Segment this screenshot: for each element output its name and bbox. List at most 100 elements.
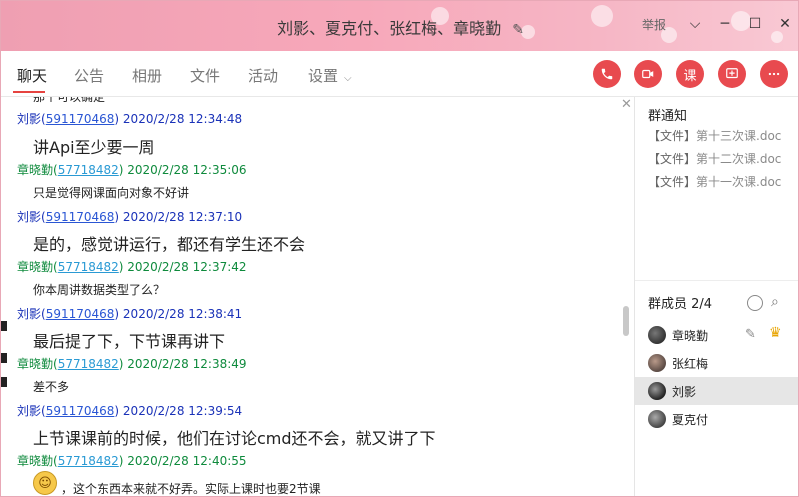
title-bar: 刘影、夏克付、张红梅、章晓勤 ✎ 举报 ⌵ ─ ☐ ✕ <box>1 1 798 51</box>
tab-notice[interactable]: 公告 <box>74 65 104 86</box>
background-window-fragment <box>1 321 7 331</box>
notice-file-item[interactable]: 【文件】第十三次课.doc <box>648 127 781 144</box>
window-title-text: 刘影、夏克付、张红梅、章晓勤 <box>277 19 502 38</box>
tab-settings-label: 设置 <box>308 67 339 85</box>
message-time: 2020/2/28 12:37:10 <box>122 210 243 224</box>
chat-scrollbar-thumb[interactable] <box>623 306 629 336</box>
file-name: 第十二次课.doc <box>696 152 782 166</box>
avatar <box>648 326 666 344</box>
file-tag: 【文件】 <box>648 175 697 189</box>
message-header: 刘影(591170468) 2020/2/28 12:39:54 <box>17 404 243 418</box>
member-name: 章晓勤 <box>672 328 709 343</box>
sender-uid-link[interactable]: 591170468 <box>46 112 115 126</box>
notice-file-item[interactable]: 【文件】第十二次课.doc <box>648 150 781 167</box>
tab-settings[interactable]: 设置 ⌵ <box>308 65 352 86</box>
message-header: 刘影(591170468) 2020/2/28 12:34:48 <box>17 112 243 126</box>
sender-name: 刘影 <box>17 210 42 224</box>
class-label: 课 <box>683 68 697 84</box>
message-header: 章晓勤(57718482) 2020/2/28 12:40:55 <box>17 454 247 468</box>
message-time: 2020/2/28 12:35:06 <box>127 163 247 177</box>
member-item[interactable]: 张红梅 <box>635 349 798 377</box>
message-time: 2020/2/28 12:34:48 <box>122 112 243 126</box>
chat-message-area[interactable]: 那个可以确定 ✕ 刘影(591170468) 2020/2/28 12:34:4… <box>1 97 634 496</box>
sender-uid-link[interactable]: 591170468 <box>46 307 115 321</box>
more-icon <box>768 72 780 76</box>
avatar <box>648 410 666 428</box>
add-message-icon <box>726 68 738 79</box>
phone-call-button[interactable] <box>593 60 621 88</box>
tab-album[interactable]: 相册 <box>132 65 162 86</box>
group-notice-title: 群通知 <box>648 109 688 124</box>
member-search-icon[interactable]: ⌕ <box>771 294 779 310</box>
grin-emoji-icon: ☺ <box>33 471 57 495</box>
notice-file-item[interactable]: 【文件】第十一次课.doc <box>648 173 781 190</box>
message-header: 章晓勤(57718482) 2020/2/28 12:35:06 <box>17 163 247 177</box>
message-text: ，这个东西本来就不好弄。实际上课时也要2节课 <box>61 482 321 496</box>
active-tab-indicator <box>13 91 45 93</box>
chevron-down-icon[interactable]: ⌵ <box>680 9 710 39</box>
member-name: 张红梅 <box>672 356 709 371</box>
sender-name: 章晓勤 <box>17 163 54 177</box>
member-item[interactable]: 章晓勤 ✎ ♛ <box>635 321 798 349</box>
message-header: 刘影(591170468) 2020/2/28 12:38:41 <box>17 307 243 321</box>
avatar <box>648 382 666 400</box>
avatar <box>648 354 666 372</box>
member-item[interactable]: 刘影 <box>635 377 798 405</box>
sender-name: 刘影 <box>17 307 42 321</box>
more-button[interactable] <box>760 60 788 88</box>
message-text: 只是觉得网课面向对象不好讲 <box>33 186 190 200</box>
close-icon[interactable]: ✕ <box>770 9 798 39</box>
video-call-button[interactable] <box>634 60 662 88</box>
tab-bar: 聊天 公告 相册 文件 活动 设置 ⌵ 课 <box>1 51 798 97</box>
sender-name: 章晓勤 <box>17 454 54 468</box>
sender-uid-link[interactable]: 57718482 <box>58 260 119 274</box>
message-text: 上节课课前的时候，他们在讨论cmd还不会，就又讲了下 <box>33 429 436 448</box>
message-time: 2020/2/28 12:38:49 <box>127 357 247 371</box>
file-name: 第十三次课.doc <box>696 129 782 143</box>
file-tag: 【文件】 <box>648 129 697 143</box>
edit-icon[interactable]: ✎ <box>512 22 524 38</box>
member-search-icon[interactable] <box>747 295 763 311</box>
tab-activity[interactable]: 活动 <box>248 65 278 86</box>
sender-uid-link[interactable]: 591170468 <box>46 404 115 418</box>
sender-uid-link[interactable]: 57718482 <box>58 163 119 177</box>
tab-files[interactable]: 文件 <box>190 65 220 86</box>
message-text: 讲Api至少要一周 <box>33 138 155 157</box>
member-item[interactable]: 夏克付 <box>635 405 798 433</box>
message-time: 2020/2/28 12:40:55 <box>127 454 247 468</box>
clipped-message: 那个可以确定 <box>33 97 106 104</box>
report-button[interactable]: 举报 <box>642 16 666 33</box>
message-header: 章晓勤(57718482) 2020/2/28 12:37:42 <box>17 260 247 274</box>
add-message-button[interactable] <box>718 60 746 88</box>
sender-uid-link[interactable]: 591170468 <box>46 210 115 224</box>
video-call-icon <box>642 69 654 79</box>
file-name: 第十一次课.doc <box>696 175 782 189</box>
message-time: 2020/2/28 12:39:54 <box>122 404 243 418</box>
maximize-icon[interactable]: ☐ <box>740 9 770 39</box>
class-button[interactable]: 课 <box>676 60 704 88</box>
tab-chat[interactable]: 聊天 <box>17 65 47 86</box>
message-header: 章晓勤(57718482) 2020/2/28 12:38:49 <box>17 357 247 371</box>
message-text: 你本周讲数据类型了么？ <box>33 283 166 297</box>
group-owner-icon: ♛ <box>769 325 782 341</box>
sender-name: 刘影 <box>17 112 42 126</box>
phone-icon <box>601 68 613 80</box>
chevron-down-icon: ⌵ <box>344 73 352 84</box>
sender-name: 章晓勤 <box>17 260 54 274</box>
window-controls: 举报 ⌵ ─ ☐ ✕ <box>642 9 798 39</box>
sender-uid-link[interactable]: 57718482 <box>58 357 119 371</box>
member-name: 刘影 <box>672 384 697 399</box>
sender-uid-link[interactable]: 57718482 <box>58 454 119 468</box>
edit-icon[interactable]: ✎ <box>745 327 756 342</box>
minimize-icon[interactable]: ─ <box>710 9 740 39</box>
background-window-fragment <box>1 377 7 387</box>
members-title: 群成员 2/4 <box>648 297 713 312</box>
group-side-panel: 群通知 【文件】第十三次课.doc 【文件】第十二次课.doc 【文件】第十一次… <box>634 97 798 496</box>
message-text: 差不多 <box>33 380 70 394</box>
panel-divider <box>635 280 798 281</box>
message-time: 2020/2/28 12:37:42 <box>127 260 247 274</box>
close-icon[interactable]: ✕ <box>621 97 632 112</box>
message-time: 2020/2/28 12:38:41 <box>122 307 243 321</box>
sender-name: 刘影 <box>17 404 42 418</box>
message-text: 最后提了下，下节课再讲下 <box>33 332 226 351</box>
